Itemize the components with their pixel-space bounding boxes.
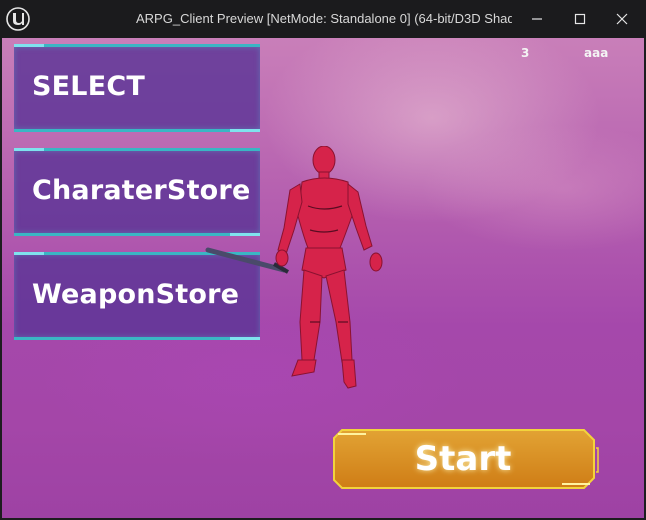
maximize-button[interactable] (560, 0, 600, 38)
close-button[interactable] (602, 0, 642, 38)
window-titlebar[interactable]: ARPG_Client Preview [NetMode: Standalone… (0, 0, 646, 38)
button-corner-accent (14, 44, 44, 47)
button-corner-accent (14, 252, 44, 255)
hud-player-name: aaa (584, 46, 609, 60)
sword-icon (205, 247, 287, 273)
start-button[interactable]: Start (332, 428, 600, 490)
player-character (205, 146, 383, 389)
window-title: ARPG_Client Preview [NetMode: Standalone… (136, 11, 512, 26)
start-button-label: Start (414, 439, 512, 479)
unreal-engine-logo-icon (6, 7, 30, 31)
button-corner-accent (14, 148, 44, 151)
minimize-button[interactable] (517, 0, 557, 38)
game-viewport[interactable]: 3 aaa SELECT CharaterStore WeaponStore S… (2, 38, 644, 518)
hud-counter: 3 (521, 46, 530, 60)
select-button-label: SELECT (32, 71, 145, 102)
button-corner-accent (230, 129, 260, 132)
select-button[interactable]: SELECT (14, 44, 260, 132)
close-icon (616, 13, 628, 25)
maximize-icon (574, 13, 586, 25)
minimize-icon (532, 18, 542, 20)
